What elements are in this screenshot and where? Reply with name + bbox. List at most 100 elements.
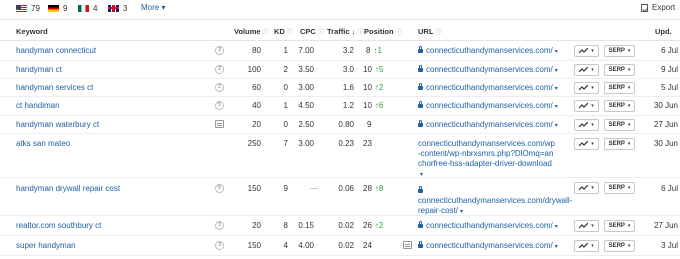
chevron-down-icon: ▾ bbox=[591, 48, 594, 54]
url-link[interactable]: connecticuthandymanservices.com/▾ bbox=[418, 241, 558, 250]
chevron-down-icon[interactable]: ▾ bbox=[555, 86, 558, 92]
trend-button[interactable]: ▾ bbox=[574, 220, 599, 232]
keyword-link[interactable]: atks san mateo bbox=[16, 139, 70, 148]
serp-features-badge[interactable]: 2 bbox=[215, 65, 224, 74]
column-cpc[interactable]: CPC ⓘ bbox=[300, 27, 324, 36]
trend-button[interactable]: ▾ bbox=[574, 64, 599, 76]
chevron-down-icon[interactable]: ▾ bbox=[555, 68, 558, 74]
chevron-down-icon[interactable]: ▾ bbox=[555, 104, 558, 110]
trend-button[interactable]: ▾ bbox=[574, 240, 599, 252]
trend-button[interactable]: ▾ bbox=[574, 100, 599, 112]
serp-button[interactable]: SERP ▾ bbox=[604, 45, 635, 57]
url-link[interactable]: connecticuthandymanservices.com/▾ bbox=[418, 46, 558, 55]
trend-chart-icon bbox=[579, 223, 589, 229]
serp-features-badge[interactable]: 5 bbox=[215, 184, 224, 193]
trend-button[interactable]: ▾ bbox=[574, 182, 599, 194]
keyword-link[interactable]: handyman waterbury ct bbox=[16, 120, 99, 129]
url-link[interactable]: connecticuthandymanservices.com/drywall-… bbox=[418, 186, 572, 217]
keyword-link[interactable]: super handyman bbox=[16, 241, 76, 250]
flag-mx-filter[interactable]: 4 bbox=[78, 3, 97, 13]
database-switcher: 79 9 4 3 More ▾ Export bbox=[0, 0, 680, 17]
trend-button[interactable]: ▾ bbox=[574, 138, 599, 150]
chevron-down-icon[interactable]: ▾ bbox=[555, 49, 558, 55]
updated-date: 30 Jun bbox=[653, 101, 678, 110]
serp-features-badge[interactable]: 3 bbox=[215, 221, 224, 230]
serp-features-icon[interactable] bbox=[215, 120, 224, 128]
serp-features-badge[interactable]: 5 bbox=[215, 101, 224, 110]
lock-icon bbox=[418, 221, 423, 228]
traffic-value: 1.2 bbox=[342, 101, 354, 110]
keyword-link[interactable]: ct handiman bbox=[16, 101, 60, 110]
serp-button[interactable]: SERP ▾ bbox=[604, 100, 635, 112]
serp-label: SERP bbox=[608, 185, 625, 191]
keyword-link[interactable]: handyman services ct bbox=[16, 83, 93, 92]
keyword-link[interactable]: handyman ct bbox=[16, 65, 62, 74]
flag-de-filter[interactable]: 9 bbox=[48, 3, 67, 13]
export-icon bbox=[641, 3, 648, 12]
chevron-down-icon[interactable]: ▾ bbox=[555, 244, 558, 250]
chevron-down-icon: ▾ bbox=[627, 141, 631, 147]
traffic-value: 0.80 bbox=[338, 120, 354, 129]
serp-button[interactable]: SERP ▾ bbox=[604, 82, 635, 94]
lock-icon bbox=[418, 241, 423, 248]
url-text: connecticuthandymanservices.com/ bbox=[426, 83, 553, 92]
more-label: More bbox=[141, 3, 160, 12]
flag-gb-filter[interactable]: 3 bbox=[108, 3, 127, 13]
trend-button[interactable]: ▾ bbox=[574, 82, 599, 94]
column-position[interactable]: Position ⓘ bbox=[364, 27, 402, 36]
flag-count: 4 bbox=[93, 3, 98, 13]
serp-button[interactable]: SERP ▾ bbox=[604, 240, 635, 252]
chevron-down-icon[interactable]: ▾ bbox=[555, 224, 558, 230]
flag-us-filter[interactable]: 79 bbox=[16, 3, 40, 13]
url-link[interactable]: connecticuthandymanservices.com/▾ bbox=[418, 101, 558, 110]
chevron-down-icon[interactable]: ▾ bbox=[555, 123, 558, 129]
column-traffic[interactable]: Traffic ↓ ⓘ bbox=[327, 27, 363, 36]
serp-button[interactable]: SERP ▾ bbox=[604, 182, 635, 194]
keyword-link[interactable]: handyman connecticut bbox=[16, 46, 96, 55]
trend-button[interactable]: ▾ bbox=[574, 119, 599, 131]
updated-date: 5 Jul bbox=[661, 83, 678, 92]
column-keyword[interactable]: Keyword bbox=[16, 27, 48, 36]
chevron-down-icon: ▾ bbox=[627, 185, 631, 191]
column-url[interactable]: URL ⓘ bbox=[418, 27, 441, 36]
trend-chart-icon bbox=[579, 141, 589, 147]
serp-button[interactable]: SERP ▾ bbox=[604, 138, 635, 150]
url-text: connecticuthandymanservices.com/ bbox=[426, 221, 553, 230]
cpc-value: 3.00 bbox=[298, 83, 314, 92]
keyword-link[interactable]: handyman drywall repair cost bbox=[16, 184, 120, 193]
chevron-down-icon: ▾ bbox=[627, 223, 631, 229]
updated-date: 6 Jul bbox=[661, 184, 678, 193]
serp-label: SERP bbox=[608, 103, 625, 109]
more-countries-button[interactable]: More ▾ bbox=[141, 3, 165, 12]
cpc-value: 4.50 bbox=[298, 101, 314, 110]
url-text: connecticuthandymanservices.com/ bbox=[426, 241, 553, 250]
serp-label: SERP bbox=[608, 223, 625, 229]
serp-button[interactable]: SERP ▾ bbox=[604, 119, 635, 131]
table-row: handyman drywall repair cost 5 150 9 — 0… bbox=[0, 178, 680, 216]
column-kd[interactable]: KD ⓘ bbox=[274, 27, 293, 36]
serp-features-badge[interactable]: 3 bbox=[215, 46, 224, 55]
url-link[interactable]: connecticuthandymanservices.com/▾ bbox=[418, 65, 558, 74]
table-row: atks san mateo 250 7 3.00 0.23 23 connec… bbox=[0, 134, 680, 178]
serp-features-badge[interactable]: 3 bbox=[215, 241, 224, 250]
serp-button[interactable]: SERP ▾ bbox=[604, 64, 635, 76]
trend-button[interactable]: ▾ bbox=[574, 45, 599, 57]
serp-button[interactable]: SERP ▾ bbox=[604, 220, 635, 232]
url-link[interactable]: connecticuthandymanservices.com/wp-conte… bbox=[418, 139, 556, 180]
chevron-down-icon: ▾ bbox=[161, 3, 166, 12]
export-button[interactable]: Export bbox=[641, 3, 675, 12]
kd-value: 8 bbox=[283, 221, 288, 230]
column-updated[interactable]: Upd. bbox=[655, 27, 672, 36]
cpc-value: 7.00 bbox=[298, 46, 314, 55]
flag-count: 9 bbox=[63, 3, 68, 13]
url-link[interactable]: connecticuthandymanservices.com/▾ bbox=[418, 120, 558, 129]
serp-features-icon[interactable] bbox=[403, 241, 412, 249]
keyword-link[interactable]: realtor.com southbury ct bbox=[16, 221, 101, 230]
chevron-down-icon[interactable]: ▾ bbox=[460, 209, 463, 215]
position-change: ↑5 bbox=[374, 65, 384, 74]
serp-features-badge[interactable]: 2 bbox=[215, 83, 224, 92]
url-link[interactable]: connecticuthandymanservices.com/▾ bbox=[418, 221, 558, 230]
url-link[interactable]: connecticuthandymanservices.com/▾ bbox=[418, 83, 558, 92]
column-position-label: Position bbox=[364, 27, 394, 36]
column-volume[interactable]: Volume ⓘ bbox=[234, 27, 269, 36]
